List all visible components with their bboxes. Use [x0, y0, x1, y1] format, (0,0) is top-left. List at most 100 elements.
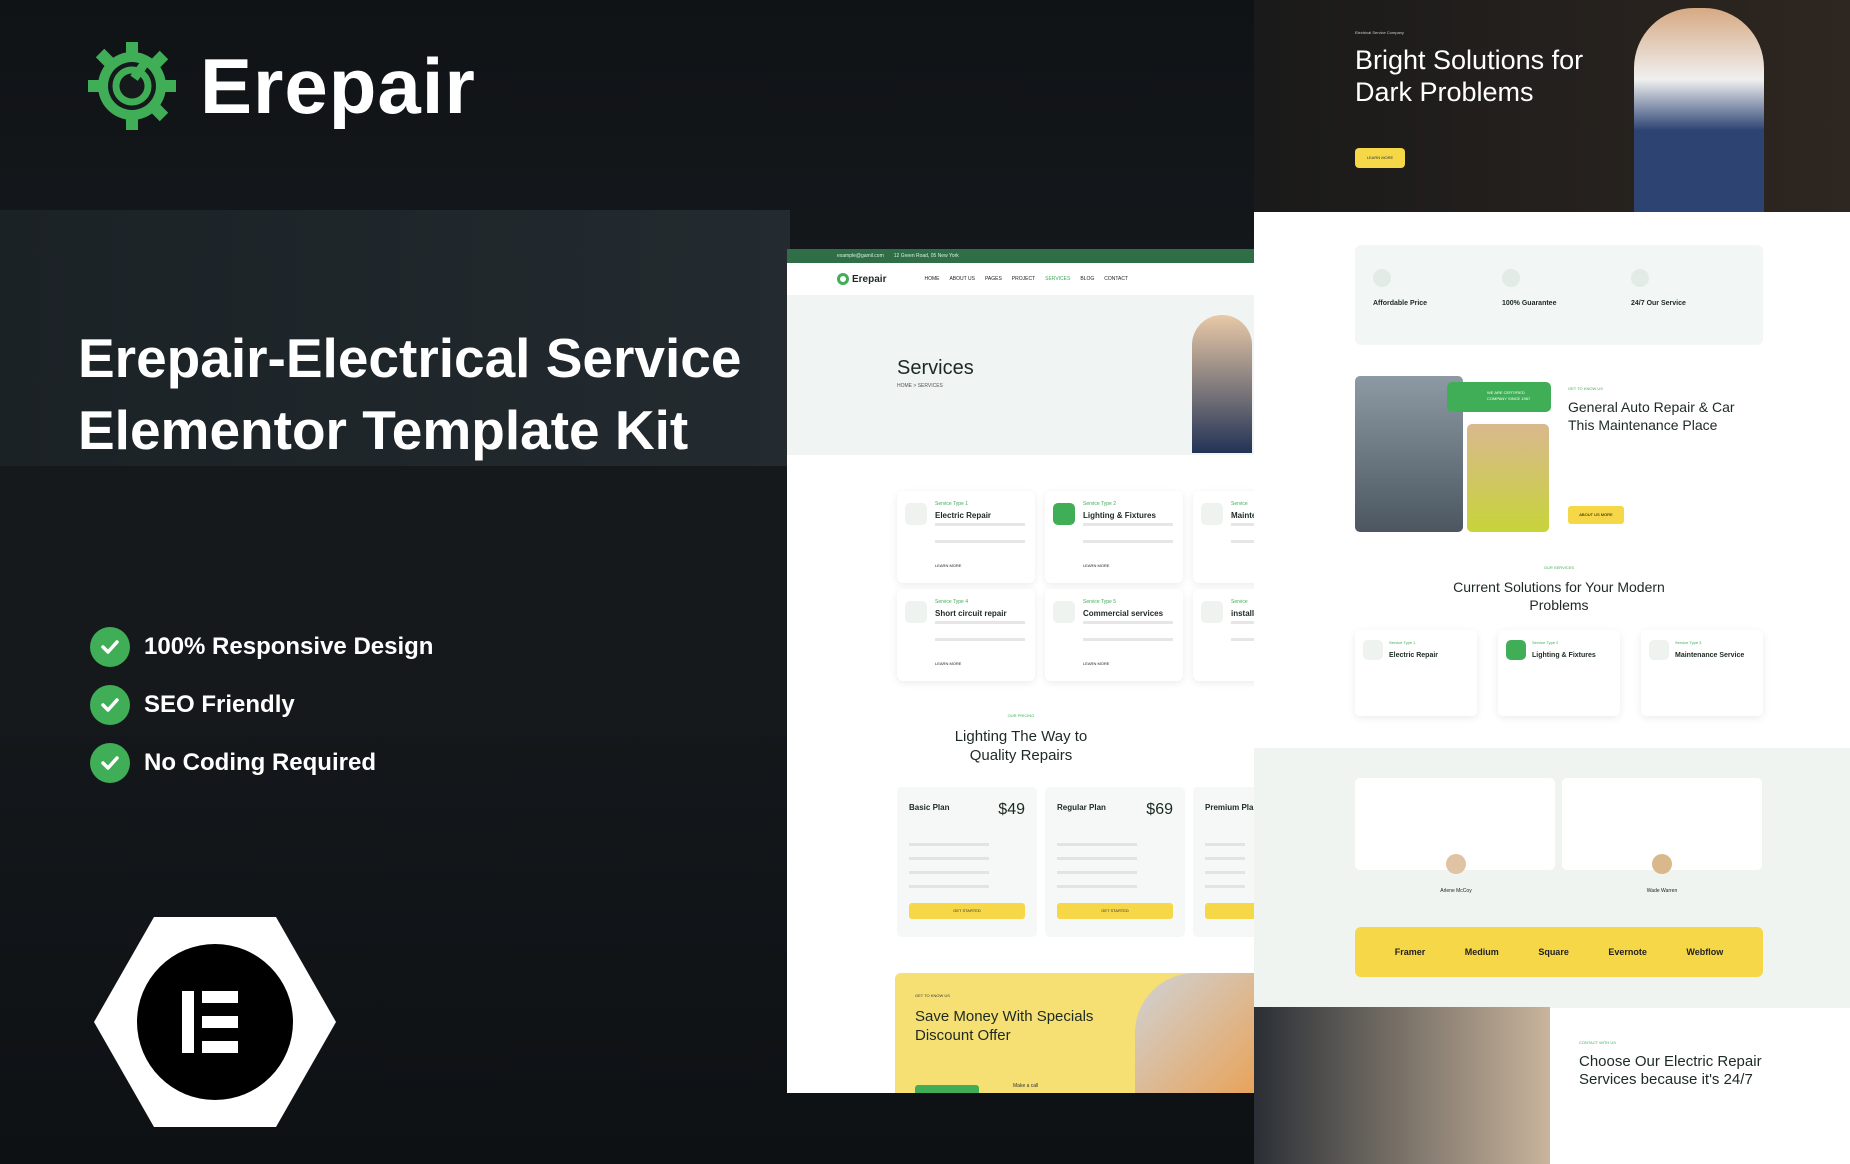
service-type: Service Type 1	[935, 501, 968, 507]
pricing-card: Regular Plan $69 GET STARTED	[1045, 787, 1185, 937]
feature-label: No Coding Required	[144, 749, 376, 776]
technician-photo	[1254, 1007, 1550, 1164]
service-card[interactable]: Service Mainte	[1193, 491, 1255, 583]
service-icon	[1053, 503, 1075, 525]
service-card[interactable]: Service Type 2 Lighting & Fixtures	[1498, 630, 1620, 716]
service-name: Short circuit repair	[935, 609, 1007, 618]
reviewer-name: Arlene McCoy	[1440, 888, 1472, 894]
service-type: Service Type 5	[1083, 599, 1116, 605]
service-icon	[1201, 601, 1223, 623]
brand-framer: Framer	[1394, 947, 1426, 957]
pricing-title: Lighting The Way to Quality Repairs	[954, 728, 1088, 764]
pricing-card: Basic Plan $49 GET STARTED	[897, 787, 1037, 937]
gear-wrench-icon	[88, 42, 176, 130]
service-icon	[905, 601, 927, 623]
feature-item: 100% Responsive Design	[90, 618, 433, 676]
get-started-button[interactable]: GET STARTED	[1057, 903, 1173, 919]
topbar: example@gamil.com 12 Green Road, 05 New …	[787, 249, 1255, 263]
topbar-email[interactable]: example@gamil.com	[837, 253, 884, 259]
service-type: Service	[1231, 599, 1248, 605]
services-eyebrow: OUR SERVICES	[1543, 565, 1575, 570]
logo-icon	[837, 273, 849, 285]
nav-home[interactable]: HOME	[924, 276, 939, 282]
feature-label: 24/7 Our Service	[1631, 300, 1686, 307]
nav-pages[interactable]: PAGES	[985, 276, 1002, 282]
avatar	[1652, 854, 1672, 874]
brand-strip: Framer Medium Square Evernote Webflow	[1355, 927, 1763, 977]
service-desc	[1083, 523, 1173, 543]
brand-medium: Medium	[1464, 947, 1499, 957]
choose-eyebrow: CONTACT WITH US	[1579, 1040, 1616, 1045]
check-icon	[90, 627, 130, 667]
service-name: Lighting & Fixtures	[1083, 511, 1156, 520]
nav-contact[interactable]: CONTACT	[1104, 276, 1128, 282]
offer-eyebrow: GET TO KNOW US	[915, 993, 950, 998]
service-card[interactable]: Service install	[1193, 589, 1255, 681]
feature-strip: Affordable Price 100% Guarantee 24/7 Our…	[1355, 245, 1763, 345]
get-started-button[interactable]: GET STARTED	[909, 903, 1025, 919]
brand-name: Erepair	[200, 41, 476, 130]
learn-more-button[interactable]: LEARN MORE	[1355, 148, 1405, 168]
services-page-mockup: example@gamil.com 12 Green Road, 05 New …	[787, 249, 1255, 1093]
service-name: Lighting & Fixtures	[1532, 652, 1596, 659]
nav-blog[interactable]: BLOG	[1080, 276, 1094, 282]
showcase: Erepair Erepair-Electrical Service Eleme…	[0, 0, 1850, 1164]
service-card[interactable]: Service Type 1 Electric Repair LEARN MOR…	[897, 491, 1035, 583]
make-call-link[interactable]: Make a call	[1013, 1083, 1038, 1089]
brand-evernote: Evernote	[1608, 947, 1647, 957]
nav-project[interactable]: PROJECT	[1012, 276, 1035, 282]
service-type: Service Type 4	[935, 599, 968, 605]
service-card[interactable]: Service Type 3 Maintenance Service	[1641, 630, 1763, 716]
guarantee-icon	[1502, 269, 1520, 287]
service-name: Maintenance Service	[1675, 652, 1745, 659]
service-card[interactable]: Service Type 1 Electric Repair	[1355, 630, 1477, 716]
feature-label: SEO Friendly	[144, 691, 295, 718]
learn-more-link[interactable]: LEARN MORE	[935, 661, 961, 666]
service-desc	[1231, 621, 1255, 641]
service-type: Service Type 3	[1675, 640, 1702, 645]
service-desc	[935, 621, 1025, 641]
offer-title: Save Money With Specials Discount Offer	[915, 1008, 1094, 1044]
plan-name: Regular Plan	[1057, 803, 1106, 812]
plan-name: Basic Plan	[909, 803, 950, 812]
service-card[interactable]: Service Type 2 Lighting & Fixtures LEARN…	[1045, 491, 1183, 583]
feature-item: SEO Friendly	[90, 676, 433, 734]
service-icon	[1363, 640, 1383, 660]
hero-eyebrow: Electrical Service Company	[1355, 30, 1404, 35]
homepage-mockup: Electrical Service Company Bright Soluti…	[1254, 0, 1850, 1164]
plan-price: $69	[1146, 801, 1173, 818]
main-nav: Erepair HOME ABOUT US PAGES PROJECT SERV…	[787, 263, 1255, 295]
services-title: Current Solutions for Your Modern Proble…	[1453, 579, 1665, 613]
plan-name: Premium Plan	[1205, 803, 1255, 812]
offer-button[interactable]	[915, 1085, 979, 1093]
brand-logo: Erepair	[86, 40, 476, 132]
get-started-button[interactable]	[1205, 903, 1255, 919]
learn-more-link[interactable]: LEARN MORE	[1083, 661, 1109, 666]
feature-label: Affordable Price	[1373, 300, 1428, 307]
about-button[interactable]: ABOUT US MORE	[1568, 506, 1624, 524]
service-card[interactable]: Service Type 4 Short circuit repair LEAR…	[897, 589, 1035, 681]
service-desc	[935, 523, 1025, 543]
pricing-card: Premium Plan	[1193, 787, 1255, 937]
feature-label: 100% Responsive Design	[144, 633, 434, 660]
avatar	[1446, 854, 1466, 874]
elementor-logo	[92, 915, 338, 1134]
nav-services[interactable]: SERVICES	[1045, 276, 1070, 282]
service-type: Service Type 2	[1083, 501, 1116, 507]
about-eyebrow: GET TO KNOW US	[1568, 386, 1603, 391]
nav-about[interactable]: ABOUT US	[949, 276, 974, 282]
page-banner: Services HOME > SERVICES	[787, 295, 1255, 455]
check-icon	[90, 743, 130, 783]
page-title: Services	[897, 357, 974, 379]
mockup-logo[interactable]: Erepair	[837, 273, 886, 285]
service-name: Electric Repair	[1389, 652, 1439, 659]
service-desc	[1083, 621, 1173, 641]
offer-banner: GET TO KNOW US Save Money With Specials …	[895, 973, 1255, 1093]
brand-webflow: Webflow	[1686, 947, 1724, 957]
service-card[interactable]: Service Type 5 Commercial services LEARN…	[1045, 589, 1183, 681]
learn-more-link[interactable]: LEARN MORE	[1083, 563, 1109, 568]
service-name: Mainte	[1231, 511, 1255, 520]
hero-title: Erepair-Electrical Service Elementor Tem…	[78, 327, 742, 461]
learn-more-link[interactable]: LEARN MORE	[935, 563, 961, 568]
electrician-photo	[1634, 8, 1764, 212]
